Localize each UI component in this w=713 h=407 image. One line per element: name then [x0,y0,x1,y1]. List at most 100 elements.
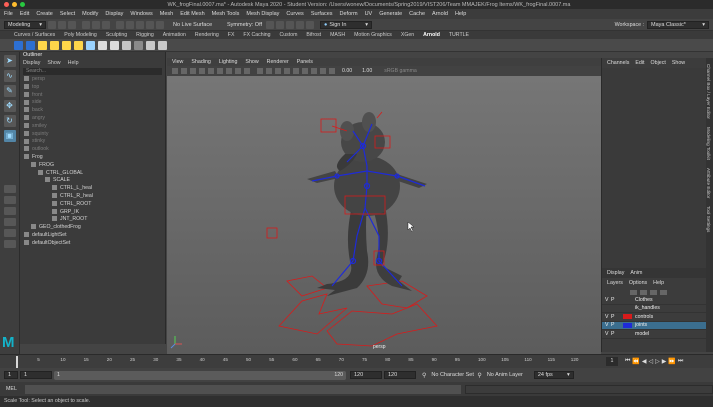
four-view-layout-icon[interactable] [3,196,16,204]
playback-toggle[interactable]: P [611,331,620,337]
play-forwards-icon[interactable]: ▷ [655,358,660,365]
field-chart-icon[interactable] [244,68,250,74]
menu-select[interactable]: Select [60,11,75,17]
outliner-item-frog[interactable]: FROG [20,162,165,170]
outliner-item-squinty[interactable]: squinty [20,131,165,139]
layer-menu-layers[interactable]: Layers [607,280,623,286]
frog-character[interactable] [307,112,427,296]
step-back-frame-icon[interactable]: ◀ [642,358,647,365]
outliner-item-persp[interactable]: persp [20,76,165,84]
shelf-tab-xgen[interactable]: XGen [401,32,414,38]
layer-row-ik-handles[interactable]: ik_handles [602,305,706,313]
playback-toggle[interactable]: P [611,322,620,328]
outliner-item-jnt-root[interactable]: JNT_ROOT [20,216,165,224]
channel-box-area[interactable] [602,68,706,268]
shelf-tab-turtle[interactable]: TURTLE [449,32,469,38]
outliner-item-defaultlightset[interactable]: defaultLightSet [20,232,165,240]
image-plane-icon[interactable] [199,68,205,74]
minimize-window-button[interactable] [12,2,17,7]
license-icon[interactable] [158,40,167,50]
shelf-tab-custom[interactable]: Custom [280,32,298,38]
go-to-start-icon[interactable]: ⏮ [625,358,630,365]
rotate-tool-icon[interactable]: ↻ [3,115,16,127]
isolate-select-icon[interactable] [311,68,317,74]
outliner-item-top[interactable]: top [20,84,165,92]
sky-icon[interactable] [86,40,95,50]
select-component-icon[interactable] [102,20,110,29]
snap-point-icon[interactable] [136,20,144,29]
perspective-viewport[interactable]: persp [167,76,601,354]
render-settings-icon[interactable] [286,20,294,29]
layer-menu-options[interactable]: Options [629,280,647,286]
menu-arnold[interactable]: Arnold [432,11,448,17]
shelf-tab-rigging[interactable]: Rigging [136,32,154,38]
move-layer-up-icon[interactable] [630,289,637,295]
playback-toggle[interactable]: P [611,297,620,303]
export-standin-icon[interactable] [134,40,143,50]
layer-color-swatch[interactable] [623,322,632,328]
select-tool-icon[interactable]: ➤ [3,55,16,67]
camera-attributes-icon[interactable] [172,68,178,74]
lasso-tool-icon[interactable]: ∿ [3,70,16,82]
viewport-menu-view[interactable]: View [172,59,183,65]
grid-toggle-icon[interactable] [208,68,214,74]
xray-joints-icon[interactable] [329,68,335,74]
area-light-icon[interactable] [38,40,47,50]
menu-deform[interactable]: Deform [340,11,358,17]
outliner-item-scale[interactable]: SCALE [20,177,165,185]
scale-tool-icon[interactable]: ▣ [3,130,16,142]
playback-end-field[interactable]: 120 [350,371,382,379]
sign-in-dropdown[interactable]: ● Sign In ▾ [320,20,372,29]
film-gate-icon[interactable] [217,68,223,74]
hypershade-layout-icon[interactable] [3,240,16,248]
snap-curve-icon[interactable] [126,20,134,29]
outliner-item-side[interactable]: side [20,99,165,107]
viewport-menu-shading[interactable]: Shading [191,59,210,65]
viewport-menu-show[interactable]: Show [245,59,258,65]
viewport-menu-renderer[interactable]: Renderer [267,59,289,65]
playback-toggle[interactable]: P [611,314,620,320]
go-to-end-icon[interactable]: ⏭ [678,358,683,365]
volume-icon[interactable] [110,40,119,50]
layer-color-swatch[interactable] [623,297,632,303]
shelf-tab-curves-surfaces[interactable]: Curves / Surfaces [14,32,55,38]
channel-box-menu-channels[interactable]: Channels [607,60,629,66]
layer-row-controls[interactable]: V Pcontrols [602,313,706,322]
lights-icon[interactable] [284,68,290,74]
arnold-render-view-icon[interactable] [306,20,314,29]
shadows-icon[interactable] [293,68,299,74]
viewport-menu-panels[interactable]: Panels [297,59,313,65]
scene-end-field[interactable]: 120 [384,371,416,379]
outliner-item-ctrl-r-heal[interactable]: CTRL_R_heal [20,193,165,201]
playback-start-field[interactable]: 1 [20,371,52,379]
shelf-tab-rendering[interactable]: Rendering [195,32,219,38]
new-scene-icon[interactable] [48,20,56,29]
script-language-label[interactable]: MEL [6,386,17,392]
snap-grid-icon[interactable] [116,20,124,29]
new-layer-icon[interactable] [650,289,657,295]
mesh-light-icon[interactable] [62,40,71,50]
layer-color-swatch[interactable] [623,331,632,337]
exposure-field[interactable]: 0.00 [342,68,352,74]
arnold-render-icon[interactable] [14,40,23,50]
shelf-tab-fx-caching[interactable]: FX Caching [243,32,270,38]
step-forward-frame-icon[interactable]: ▶ [662,358,667,365]
layer-row-clothes[interactable]: V P Clothes [602,296,706,305]
side-by-side-layout-icon[interactable] [3,207,16,215]
layer-tab-display[interactable]: Display [607,270,624,276]
standin-icon[interactable] [122,40,131,50]
outliner-menu-display[interactable]: Display [23,60,40,67]
gamma-field[interactable]: 1.00 [362,68,372,74]
menu-curves[interactable]: Curves [286,11,303,17]
side-tab-modeling-toolkit[interactable]: Modeling Toolkit [706,119,711,160]
range-bar[interactable]: 1 120 [54,370,346,380]
channel-box-menu-show[interactable]: Show [672,60,685,66]
current-time-marker[interactable] [16,356,18,368]
menu-create[interactable]: Create [36,11,53,17]
side-tab-tool-settings[interactable]: Tool Settings [706,198,711,232]
command-input[interactable] [24,384,462,394]
skydome-light-icon[interactable] [50,40,59,50]
shelf-tab-arnold[interactable]: Arnold [423,32,440,38]
physical-sky-icon[interactable] [98,40,107,50]
flush-cache-icon[interactable] [146,40,155,50]
